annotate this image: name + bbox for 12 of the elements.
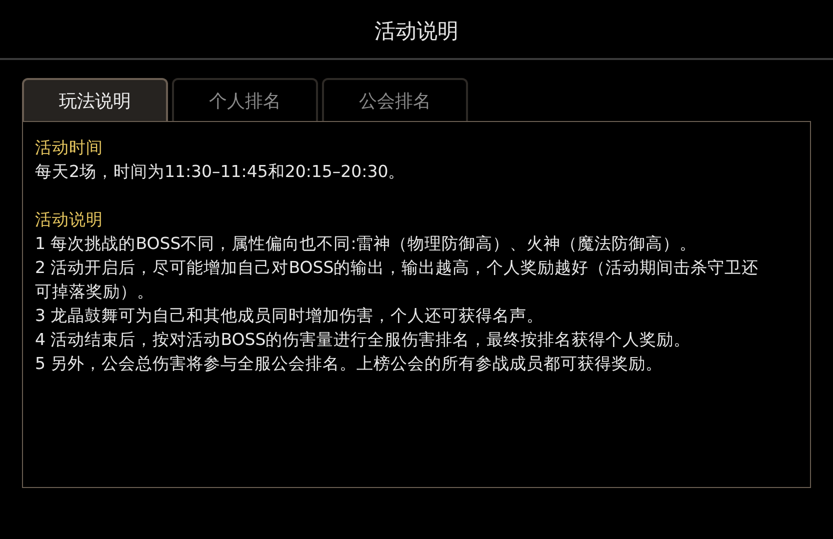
paragraph: 1 每次挑战的BOSS不同，属性偏向也不同:雷神（物理防御高）、火神（魔法防御高）。 (35, 233, 698, 255)
section-heading: 活动时间 (35, 137, 104, 159)
paragraph: 每天2场，时间为11:30–11:45和20:15–20:30。 (35, 161, 406, 183)
section-heading: 活动说明 (35, 209, 104, 231)
paragraph: 5 另外，公会总伤害将参与全服公会排名。上榜公会的所有参战成员都可获得奖励。 (35, 353, 664, 375)
tab[interactable]: 个人排名 (172, 78, 318, 121)
paragraph: 3 龙晶鼓舞可为自己和其他成员同时增加伤害，个人还可获得名声。 (35, 305, 545, 327)
paragraph: 4 活动结束后，按对活动BOSS的伤害量进行全服伤害排名，最终按排名获得个人奖励。 (35, 329, 692, 351)
window-title: 活动说明 (374, 18, 458, 45)
tab[interactable]: 公会排名 (322, 78, 468, 121)
tab[interactable]: 玩法说明 (22, 78, 168, 121)
paragraph: 2 活动开启后，尽可能增加自己对BOSS的输出，输出越高，个人奖励越好（活动期间击杀守卫还可掉落奖励）。 (35, 257, 760, 303)
